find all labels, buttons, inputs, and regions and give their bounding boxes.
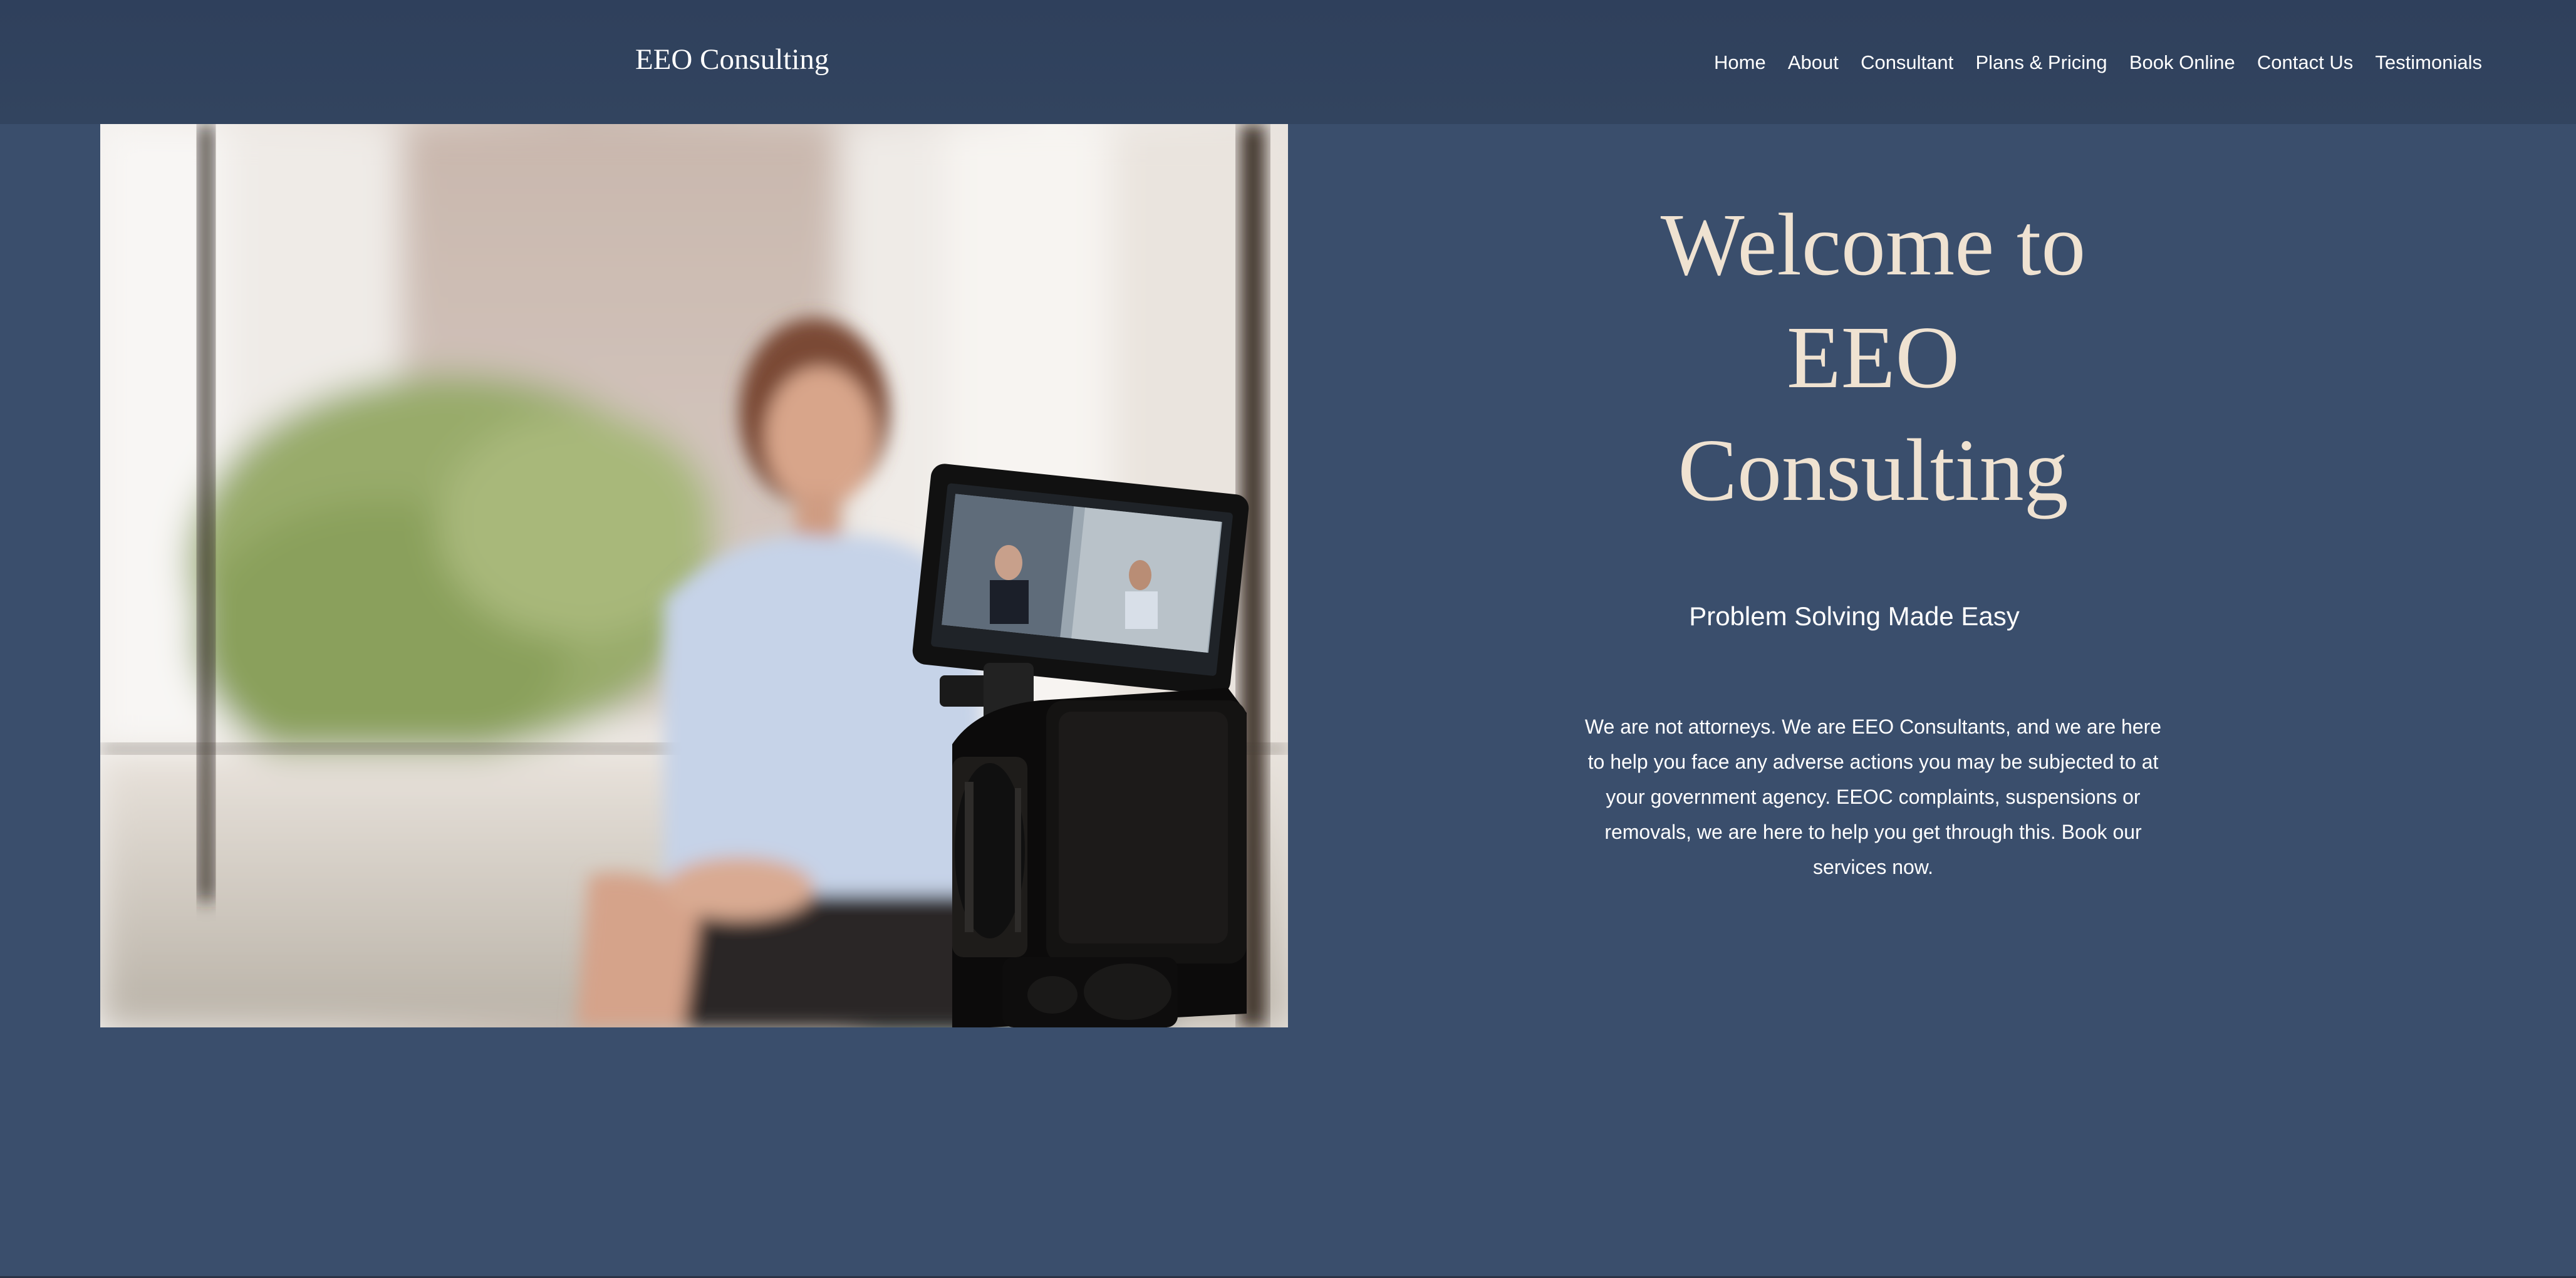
nav-item-book-online[interactable]: Book Online: [2129, 51, 2235, 74]
nav-item-testimonials[interactable]: Testimonials: [2375, 51, 2482, 74]
welcome-line-1: Welcome to: [1660, 195, 2086, 294]
tagline: Problem Solving Made Easy: [1689, 601, 2020, 631]
welcome-line-3: Consulting: [1678, 420, 2069, 519]
nav-item-home[interactable]: Home: [1714, 51, 1766, 74]
nav-item-contact-us[interactable]: Contact Us: [2257, 51, 2353, 74]
site-title[interactable]: EEO Consulting: [635, 43, 829, 76]
nav-item-about[interactable]: About: [1788, 51, 1839, 74]
welcome-heading: Welcome to EEO Consulting: [1516, 188, 2230, 526]
nav-item-plans-pricing[interactable]: Plans & Pricing: [1975, 51, 2107, 74]
description-text: We are not attorneys. We are EEO Consult…: [1584, 715, 2162, 878]
main-nav: Home About Consultant Plans & Pricing Bo…: [1714, 51, 2482, 74]
site-header: EEO Consulting Home About Consultant Pla…: [0, 0, 2576, 124]
nav-item-consultant[interactable]: Consultant: [1861, 51, 1953, 74]
hero-image: [100, 124, 1288, 1027]
welcome-line-2: EEO: [1786, 308, 1960, 407]
